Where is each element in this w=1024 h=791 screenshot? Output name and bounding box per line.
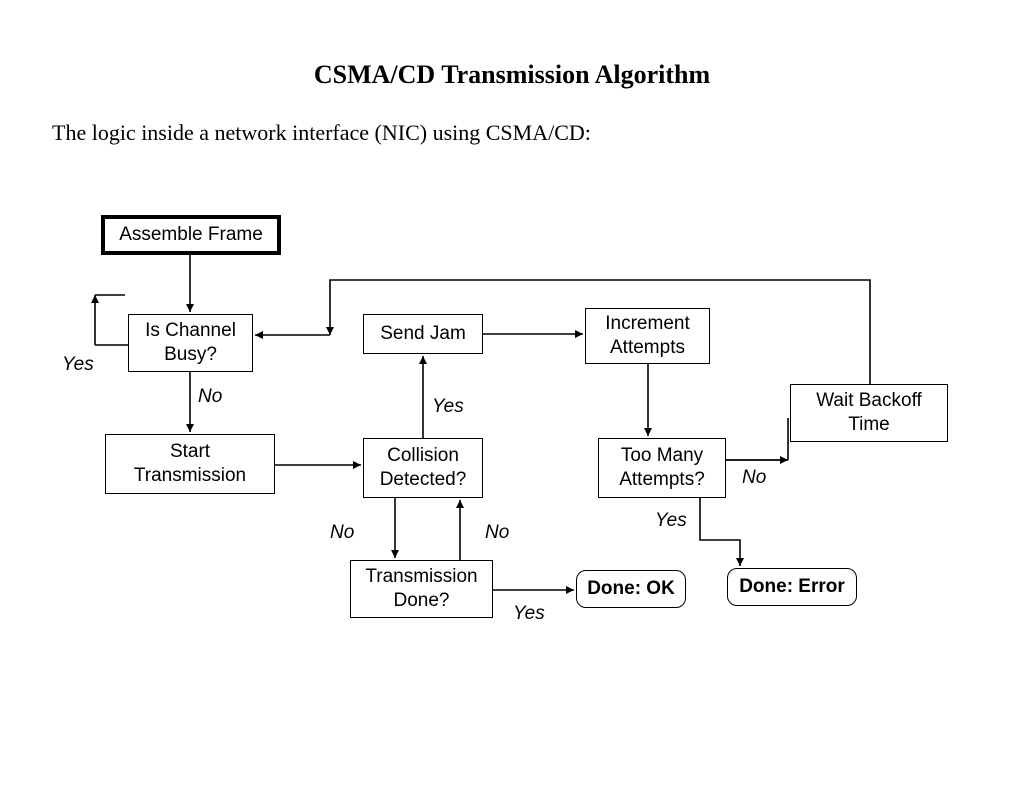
node-label: Done: OK [587,577,675,601]
edge-txdone-yes: Yes [513,603,545,625]
node-label: Transmission Done? [357,565,486,613]
edge-toomany-no: No [742,467,766,489]
node-label: Assemble Frame [119,223,263,247]
node-too-many-attempts: Too Many Attempts? [598,438,726,498]
node-transmission-done: Transmission Done? [350,560,493,618]
node-start-transmission: Start Transmission [105,434,275,494]
edge-channel-no: No [198,386,222,408]
edge-txdone-no: No [485,522,509,544]
node-label: Collision Detected? [370,444,476,492]
node-label: Start Transmission [112,440,268,488]
node-label: Too Many Attempts? [605,444,719,492]
edge-channel-yes: Yes [62,354,94,376]
node-label: Is Channel Busy? [135,319,246,367]
edge-toomany-yes: Yes [655,510,687,532]
edge-collision-no: No [330,522,354,544]
node-label: Done: Error [739,575,845,599]
node-is-channel-busy: Is Channel Busy? [128,314,253,372]
node-wait-backoff: Wait Backoff Time [790,384,948,442]
node-send-jam: Send Jam [363,314,483,354]
node-done-error: Done: Error [727,568,857,606]
node-label: Wait Backoff Time [797,389,941,437]
node-label: Send Jam [380,322,466,346]
node-increment-attempts: Increment Attempts [585,308,710,364]
edge-collision-yes: Yes [432,396,464,418]
node-assemble-frame: Assemble Frame [101,215,281,255]
node-done-ok: Done: OK [576,570,686,608]
node-collision-detected: Collision Detected? [363,438,483,498]
diagram-subtitle: The logic inside a network interface (NI… [52,120,591,146]
diagram-title: CSMA/CD Transmission Algorithm [0,60,1024,90]
node-label: Increment Attempts [592,312,703,360]
